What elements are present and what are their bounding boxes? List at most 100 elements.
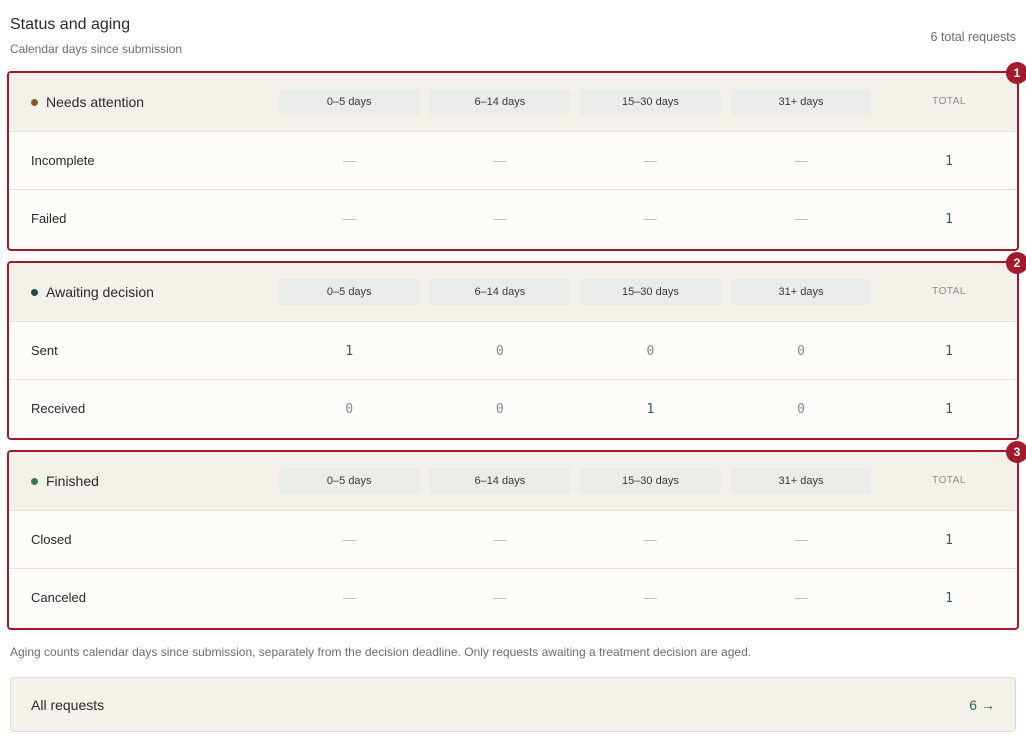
aging-cell: 1 xyxy=(580,401,721,417)
table-row: Incomplete — — — — 1 xyxy=(9,131,1017,189)
column-header: 0–5 days xyxy=(278,279,420,305)
all-requests-link[interactable]: All requests 6 → xyxy=(10,677,1016,732)
status-group: 3 Finished 0–5 days 6–14 days 15–30 days 31+ … xyxy=(7,441,1026,630)
group-number-badge: 2 xyxy=(1006,252,1026,274)
empty-value: — xyxy=(342,590,356,605)
aging-cell: — xyxy=(731,211,872,226)
row-total[interactable]: 1 xyxy=(945,533,953,548)
status-dot-icon xyxy=(31,98,38,106)
column-header: 6–14 days xyxy=(429,89,571,115)
column-header: 6–14 days xyxy=(429,279,571,305)
column-header: 15–30 days xyxy=(579,89,721,115)
row-label: Failed xyxy=(31,211,67,226)
aging-cell: — xyxy=(580,211,721,226)
column-header: 15–30 days xyxy=(579,468,721,494)
aging-count: 0 xyxy=(797,401,805,417)
total-column-header: TOTAL xyxy=(932,286,966,297)
row-label: Received xyxy=(31,401,86,416)
group-title: Needs attention xyxy=(46,94,145,110)
empty-value: — xyxy=(794,153,808,168)
row-total[interactable]: 1 xyxy=(945,591,953,606)
total-requests-count: 6 total requests xyxy=(930,30,1016,44)
status-dot-icon xyxy=(31,477,38,485)
table-row: Failed — — — — 1 xyxy=(9,189,1017,247)
aging-cell: — xyxy=(429,211,570,226)
aging-cell: — xyxy=(279,590,420,605)
page-title: Status and aging xyxy=(10,16,131,33)
row-label: Closed xyxy=(31,532,72,547)
aging-count: 0 xyxy=(646,343,655,359)
aging-count: 0 xyxy=(797,343,805,359)
empty-value: — xyxy=(493,590,507,605)
column-header: 6–14 days xyxy=(429,468,571,494)
aging-cell: 0 xyxy=(279,401,420,417)
group-header-row: Awaiting decision 0–5 days 6–14 days 15–30 … xyxy=(9,263,1017,321)
aging-cell: — xyxy=(279,532,420,547)
aging-cell: — xyxy=(580,590,721,605)
page-subtitle: Calendar days since submission xyxy=(10,42,183,56)
aging-count[interactable]: 1 xyxy=(646,402,654,417)
empty-value: — xyxy=(342,153,356,168)
group-title: Finished xyxy=(46,473,99,489)
aging-count: 0 xyxy=(495,343,504,359)
column-header: 31+ days xyxy=(730,89,872,115)
empty-value: — xyxy=(794,211,808,226)
group-table: Needs attention 0–5 days 6–14 days 15–30 da… xyxy=(9,73,1017,247)
total-column-header: TOTAL xyxy=(932,475,966,486)
empty-value: — xyxy=(493,532,507,547)
aging-cell: 0 xyxy=(731,401,872,417)
total-cell: 1 xyxy=(881,590,1017,606)
total-cell: 1 xyxy=(881,343,1017,359)
empty-value: — xyxy=(643,590,657,605)
row-total[interactable]: 1 xyxy=(945,402,953,417)
column-header: 15–30 days xyxy=(579,279,721,305)
aging-cell: — xyxy=(731,153,872,168)
aging-cell: — xyxy=(429,532,570,547)
group-header-row: Finished 0–5 days 6–14 days 15–30 days 31+ d… xyxy=(9,452,1017,510)
empty-value: — xyxy=(794,590,808,605)
aging-cell: 1 xyxy=(279,343,420,359)
all-requests-count: 6 xyxy=(969,696,977,713)
empty-value: — xyxy=(794,532,808,547)
column-header: 31+ days xyxy=(730,279,872,305)
aging-cell: — xyxy=(731,532,872,547)
aging-count[interactable]: 1 xyxy=(345,344,353,359)
group-table: Finished 0–5 days 6–14 days 15–30 days 31+ d… xyxy=(9,452,1017,626)
group-table: Awaiting decision 0–5 days 6–14 days 15–30 … xyxy=(9,263,1017,437)
aging-count: 0 xyxy=(345,401,354,417)
arrow-right-icon: → xyxy=(981,696,995,713)
group-title: Awaiting decision xyxy=(46,284,154,300)
group-header-row: Needs attention 0–5 days 6–14 days 15–30 da… xyxy=(9,73,1017,131)
table-row: Closed — — — — 1 xyxy=(9,510,1017,568)
empty-value: — xyxy=(643,153,657,168)
group-title-cell: Finished xyxy=(9,473,279,489)
total-cell: 1 xyxy=(881,153,1017,169)
aging-footnote: Aging counts calendar days since submiss… xyxy=(10,645,752,659)
aging-cell: — xyxy=(731,590,872,605)
group-number-badge: 3 xyxy=(1006,441,1026,463)
aging-cell: — xyxy=(429,590,570,605)
page-header: Status and aging Calendar days since sub… xyxy=(10,16,1016,64)
aging-cell: 0 xyxy=(731,343,872,359)
column-header: 0–5 days xyxy=(278,468,420,494)
row-label: Sent xyxy=(31,343,58,358)
status-group: 1 Needs attention 0–5 days 6–14 days 15–30 d… xyxy=(7,62,1026,251)
total-cell: 1 xyxy=(881,532,1017,548)
empty-value: — xyxy=(493,153,507,168)
table-row: Received 0 0 1 0 1 xyxy=(9,379,1017,437)
group-number-badge: 1 xyxy=(1006,62,1026,84)
aging-cell: — xyxy=(429,153,570,168)
aging-cell: 0 xyxy=(580,343,721,359)
empty-value: — xyxy=(643,532,657,547)
row-total[interactable]: 1 xyxy=(945,154,953,169)
aging-cell: 0 xyxy=(429,343,570,359)
table-row: Sent 1 0 0 0 1 xyxy=(9,321,1017,379)
aging-cell: — xyxy=(580,153,721,168)
aging-cell: — xyxy=(580,532,721,547)
row-total[interactable]: 1 xyxy=(945,212,953,227)
row-total[interactable]: 1 xyxy=(945,344,953,359)
total-cell: 1 xyxy=(881,401,1017,417)
all-requests-count-wrap: 6 → xyxy=(969,697,995,713)
empty-value: — xyxy=(342,532,356,547)
empty-value: — xyxy=(643,211,657,226)
